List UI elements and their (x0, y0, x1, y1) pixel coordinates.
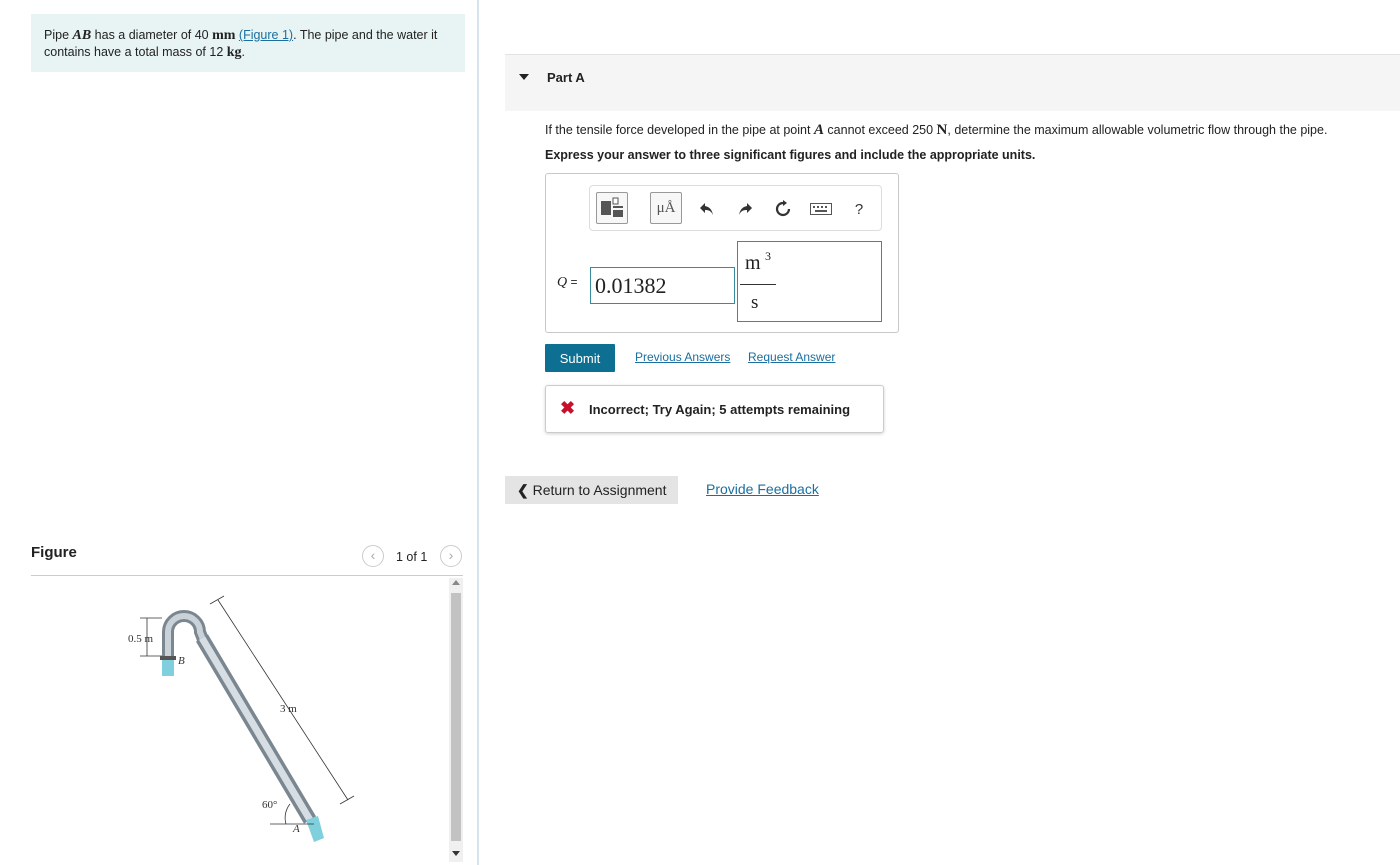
x-icon: ✖ (560, 398, 576, 418)
undo-icon[interactable] (696, 198, 718, 220)
scrollbar-thumb[interactable] (451, 593, 461, 841)
return-to-assignment-button[interactable]: ❮ Return to Assignment (505, 476, 678, 504)
problem-text-2: has a diameter of 40 (91, 28, 213, 42)
feedback-message: Incorrect; Try Again; 5 attempts remaini… (589, 402, 851, 417)
figure-link[interactable]: (Figure 1) (239, 28, 293, 42)
pipe-name: AB (72, 28, 92, 43)
pipe-diagram: 0.5 m B 3 m 60° A (128, 595, 355, 842)
diameter-unit: mm (212, 28, 236, 43)
problem-statement: Pipe AB has a diameter of 40 mm (Figure … (31, 14, 465, 72)
question-part-1: If the tensile force developed in the pi… (545, 123, 814, 137)
answer-value-input[interactable]: 0.01382 (590, 267, 735, 304)
figure-divider (31, 575, 463, 576)
problem-text-1: Pipe (44, 28, 73, 42)
collapse-arrow-icon[interactable] (519, 74, 529, 80)
point-a-label: A (292, 823, 300, 835)
next-figure-button[interactable]: › (440, 545, 462, 567)
answer-label: Q = (557, 275, 578, 290)
keyboard-icon[interactable] (810, 198, 832, 220)
prev-figure-button[interactable]: ‹ (362, 545, 384, 567)
reset-icon[interactable] (772, 198, 794, 220)
figure-pager: 1 of 1 (396, 550, 428, 564)
unit-numerator: m (745, 252, 761, 274)
templates-button[interactable] (596, 192, 628, 224)
question-part-2: cannot exceed 250 (823, 123, 937, 137)
help-button[interactable]: ? (848, 198, 870, 220)
chevron-left-icon: ❮ (517, 481, 529, 498)
column-divider (477, 0, 479, 865)
mass-unit: kg (226, 45, 242, 60)
problem-text-4: . (241, 45, 246, 59)
answer-instructions: Express your answer to three significant… (545, 148, 1036, 162)
unit-exponent: 3 (765, 249, 771, 263)
length-label: 3 m (280, 703, 297, 715)
request-answer-link[interactable]: Request Answer (748, 350, 835, 364)
fraction-bar (740, 284, 776, 285)
math-toolbar: μÅ ? (589, 185, 882, 231)
return-label: Return to Assignment (532, 481, 667, 498)
question-text: If the tensile force developed in the pi… (545, 122, 1327, 139)
provide-feedback-link[interactable]: Provide Feedback (706, 481, 819, 497)
force-unit: N (936, 122, 948, 138)
question-part-3: , determine the maximum allowable volume… (947, 123, 1328, 137)
figure-title: Figure (31, 544, 77, 561)
submit-button[interactable]: Submit (545, 344, 615, 372)
unit-denominator: s (751, 292, 759, 313)
point-b-label: B (178, 655, 185, 667)
templates-icon (601, 197, 623, 217)
part-a-title[interactable]: Part A (547, 70, 585, 85)
units-button[interactable]: μÅ (650, 192, 682, 224)
scroll-up-icon[interactable] (452, 580, 460, 585)
part-a-header[interactable] (505, 54, 1400, 111)
redo-icon[interactable] (734, 198, 756, 220)
height-label: 0.5 m (128, 633, 154, 645)
angle-label: 60° (262, 799, 277, 811)
scroll-down-icon[interactable] (452, 851, 460, 856)
previous-answers-link[interactable]: Previous Answers (635, 350, 730, 364)
point-a: A (813, 122, 824, 138)
